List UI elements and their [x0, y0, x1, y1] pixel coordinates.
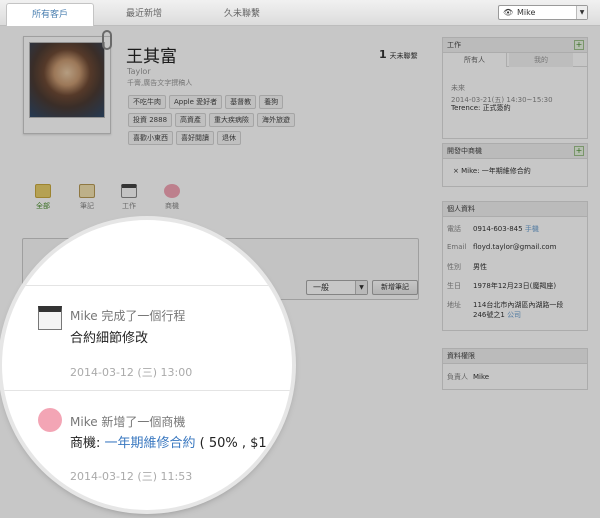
divider — [2, 285, 292, 286]
calendar-clock-icon — [38, 306, 62, 330]
chevron-down-icon: ▼ — [576, 6, 587, 19]
user-select-value: Mike — [517, 8, 536, 17]
feed-item-time: 2014-03-12 (三) 11:53 — [70, 470, 193, 483]
feed-item-body: 合約細節修改 — [70, 331, 149, 346]
eye-icon: 👁 — [503, 8, 514, 17]
piggy-bank-icon — [38, 408, 62, 432]
feed-item-head: Mike 完成了一個行程 — [70, 309, 186, 323]
top-nav-bar: 所有客戶 最近新增 久未聯繫 👁 Mike ▼ — [0, 0, 600, 26]
deal-link[interactable]: 一年期維修合約 — [105, 436, 196, 451]
feed-item-body: 商機: 一年期維修合約 ( 50% , $1 — [70, 436, 267, 451]
tab-all-customers[interactable]: 所有客戶 — [6, 3, 94, 26]
user-select[interactable]: 👁 Mike ▼ — [498, 5, 588, 20]
tab-long-time-no-contact[interactable]: 久未聯繫 — [198, 3, 286, 26]
feed-item-head: Mike 新增了一個商機 — [70, 415, 186, 429]
tab-recently-added[interactable]: 最近新增 — [100, 3, 188, 26]
magnifier-lens: Mike 完成了一個行程 合約細節修改 2014-03-12 (三) 13:00… — [2, 220, 292, 510]
divider — [2, 390, 292, 391]
feed-item-time: 2014-03-12 (三) 13:00 — [70, 366, 193, 379]
